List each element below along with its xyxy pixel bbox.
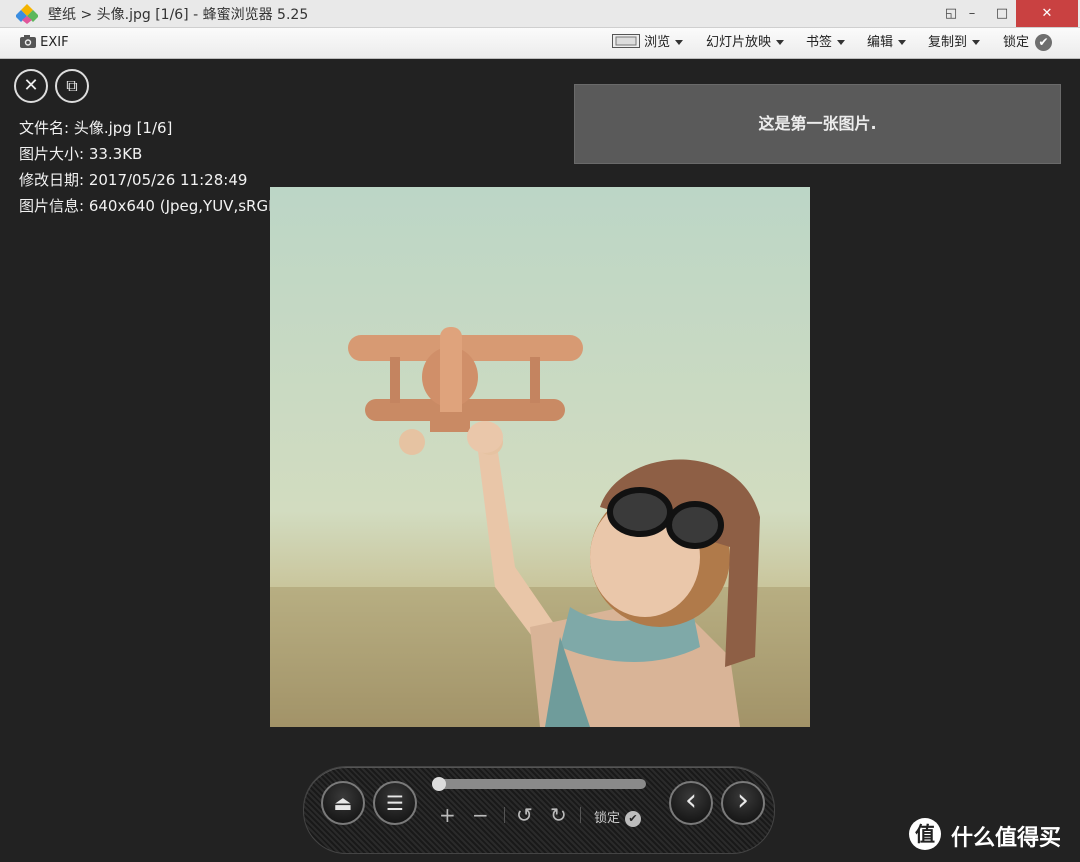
zoom-out-button[interactable]: − [472, 805, 489, 825]
divider [504, 807, 505, 823]
rotate-right-button[interactable]: ↻ [550, 805, 567, 825]
check-icon: ✔ [625, 810, 642, 827]
check-icon: ✔ [1035, 34, 1053, 51]
exif-button[interactable]: EXIF [20, 28, 69, 58]
lock-toggle[interactable]: 锁定 ✔ [1003, 28, 1053, 58]
close-window-button[interactable]: ✕ [1016, 0, 1078, 27]
image-viewer: ✕ ⧉ 文件名: 头像.jpg [1/6] 图片大小: 33.3KB 修改日期:… [7, 59, 1073, 856]
displayed-photo [270, 187, 810, 727]
lock-toggle-bottom[interactable]: 锁定 ✔ [594, 807, 642, 827]
progress-slider-knob[interactable] [432, 777, 446, 791]
zoom-in-button[interactable]: + [439, 805, 456, 825]
copyto-label: 复制到 [928, 35, 968, 50]
title-bar: 壁纸 > 头像.jpg [1/6] - 蜂蜜浏览器 5.25 ◱ – □ ✕ [0, 0, 1080, 28]
bookmark-label: 书签 [806, 35, 833, 50]
maximize-button[interactable]: □ [985, 0, 1019, 27]
edit-menu[interactable]: 编辑 [867, 28, 907, 58]
slideshow-label: 幻灯片放映 [706, 35, 772, 50]
exif-label: EXIF [40, 35, 69, 50]
rotate-left-button[interactable]: ↺ [516, 805, 533, 825]
next-button[interactable]: › [721, 781, 765, 825]
control-bar: ⏏ ☰ + − ↺ ↻ 锁定 ✔ ‹ › [303, 766, 775, 854]
menu-button[interactable]: ☰ [373, 781, 417, 825]
lock-label: 锁定 [1003, 35, 1030, 50]
minimize-button[interactable]: – [955, 0, 989, 27]
divider [580, 807, 581, 823]
bookmark-menu[interactable]: 书签 [806, 28, 846, 58]
app-logo-icon [16, 4, 38, 24]
filmstrip-icon [612, 34, 640, 48]
info-imageinfo: 图片信息: 640x640 (Jpeg,YUV,sRGB) [19, 197, 285, 215]
browse-menu[interactable]: 浏览 [612, 28, 684, 58]
copy-button[interactable]: ⧉ [55, 69, 89, 103]
watermark-text: 什么值得买 [951, 826, 1062, 851]
lock-label-bottom: 锁定 [594, 811, 621, 826]
info-filename: 文件名: 头像.jpg [1/6] [19, 119, 173, 137]
chevron-down-icon [675, 40, 684, 45]
window-title: 壁纸 > 头像.jpg [1/6] - 蜂蜜浏览器 5.25 [48, 7, 309, 23]
progress-slider[interactable] [436, 779, 646, 789]
edit-label: 编辑 [867, 35, 894, 50]
eject-button[interactable]: ⏏ [321, 781, 365, 825]
first-image-notice: 这是第一张图片. [574, 84, 1061, 164]
app-window: 壁纸 > 头像.jpg [1/6] - 蜂蜜浏览器 5.25 ◱ – □ ✕ E… [0, 0, 1080, 862]
browse-label: 浏览 [644, 35, 671, 50]
slideshow-menu[interactable]: 幻灯片放映 [706, 28, 785, 58]
camera-icon [20, 35, 36, 48]
toolbar: EXIF 浏览 幻灯片放映 书签 编辑 复制到 锁定 ✔ [0, 28, 1080, 59]
watermark-logo: 值 [909, 818, 941, 850]
chevron-down-icon [972, 40, 981, 45]
close-image-button[interactable]: ✕ [14, 69, 48, 103]
info-filesize: 图片大小: 33.3KB [19, 145, 143, 163]
copyto-menu[interactable]: 复制到 [928, 28, 981, 58]
chevron-down-icon [776, 40, 785, 45]
previous-button[interactable]: ‹ [669, 781, 713, 825]
chevron-down-icon [898, 40, 907, 45]
info-modified: 修改日期: 2017/05/26 11:28:49 [19, 171, 248, 189]
chevron-down-icon [837, 40, 846, 45]
